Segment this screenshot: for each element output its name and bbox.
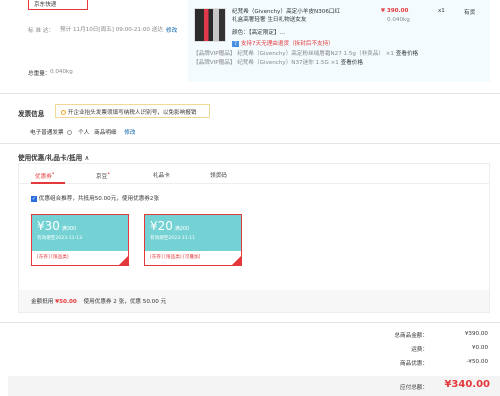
coupon-expiry: 有效期至2023-11-11 (150, 236, 196, 241)
recommend-row: ✓ 优惠组合推荐，共抵用50.00元，使用优惠券2张 (31, 194, 159, 202)
gift-row: 【品牌VIP赠品】 纪梵希（Givenchy）N37迷你 1.5G ×1 查看价… (193, 58, 363, 66)
tab-jingdou-dot: • (107, 171, 111, 177)
product-price: ¥ 390.00 (381, 8, 409, 14)
delivery-modify-link[interactable]: 修改 (166, 26, 177, 34)
tab-coupons[interactable]: 优惠券• (35, 171, 55, 180)
coupon-amount: ¥20 (150, 219, 173, 233)
summary-prefix: 金额抵用 (31, 299, 54, 305)
chevron-up-icon: ∧ (84, 154, 90, 162)
gift-price-link[interactable]: 查看价格 (396, 51, 418, 57)
invoice-detail: 商品明细 (94, 130, 117, 136)
bulb-icon (61, 110, 66, 115)
product-qty: x1 (438, 8, 445, 14)
divider (0, 143, 500, 144)
tab-redeem-code[interactable]: 领货码 (210, 171, 227, 179)
info-icon (67, 130, 73, 135)
summary-suffix: 使用优惠券 2 张，优惠 50.00 元 (83, 299, 167, 305)
goods-total-label: 总商品金额： (394, 333, 428, 339)
product-panel: 纪梵希（Givenchy）高定小羊皮N306口红礼盒高奢轻奢 生日礼物送女友 ¥… (188, 0, 490, 82)
selected-check-icon (232, 256, 241, 265)
tab-coupons-underline (31, 182, 65, 184)
divider (0, 93, 500, 94)
coupon-panel: 优惠券• 京豆• 礼品卡 领货码 ✓ 优惠组合推荐，共抵用50.00元，使用优惠… (18, 163, 490, 313)
shipping-block: 京东快递 标 准 达： 预计 11月10日[周五] 09:00-21:00 送达… (18, 0, 183, 82)
tab-coupons-label: 优惠券 (35, 173, 52, 180)
courier-label: 京东快递 (34, 2, 57, 8)
summary-amount: ¥50.00 (55, 299, 77, 305)
gift-price-link[interactable]: 查看价格 (341, 60, 363, 66)
freight-label: 运费： (411, 347, 428, 353)
total-weight: 0.040kg (50, 69, 73, 75)
color-label: 颜色： (232, 30, 249, 36)
gift-name[interactable]: 纪梵希（Givenchy）高定粉丝绒唇霜N27 1.5g（非卖品） (237, 51, 384, 57)
gift-name[interactable]: 纪梵希（Givenchy）N37迷你 1.5G ×1 (237, 60, 339, 66)
payable-total: ¥340.00 (444, 379, 490, 390)
tab-giftcard[interactable]: 礼品卡 (153, 171, 170, 179)
coupon-expiry: 有效期至2023-11-13 (37, 236, 83, 241)
discount-label: 商品优惠： (400, 361, 428, 367)
coupon-card[interactable]: ¥20 满200 有效期至2023-11-11 [东券] [限品类] [可叠加] (144, 214, 242, 266)
coupons-title: 使用优惠/礼品卡/抵用 (18, 154, 83, 162)
payable-bar: 应付总额： ¥340.00 (8, 376, 500, 396)
invoice-title: 发票信息 (18, 110, 45, 118)
color-line: 颜色：【高定限定】... (232, 28, 285, 36)
tab-jingdou-label: 京豆 (96, 173, 108, 180)
freight: ¥0.00 (471, 345, 488, 351)
gift-qty: ×1 (385, 51, 394, 57)
tab-jingdou[interactable]: 京豆• (96, 171, 110, 180)
tab-giftcard-label: 礼品卡 (153, 173, 170, 179)
product-name[interactable]: 纪梵希（Givenchy）高定小羊皮N306口红礼盒高奢轻奢 生日礼物送女友 (232, 8, 344, 24)
invoice-tip-text: 开企业抬头发票须填写纳税人识别号，以免影响报销 (67, 110, 197, 116)
return-policy: 支持7天无理由退货（拆封后不支持） (240, 41, 334, 47)
gift-row: 【品牌VIP赠品】 纪梵希（Givenchy）高定粉丝绒唇霜N27 1.5g（非… (193, 49, 418, 57)
coupon-tabs: 优惠券• 京豆• 礼品卡 领货码 (19, 164, 489, 184)
invoice-modify-link[interactable]: 修改 (124, 130, 135, 136)
coupon-card[interactable]: ¥30 满300 有效期至2023-11-13 [东券] [限品类] (31, 214, 129, 266)
tab-coupons-dot: • (51, 171, 55, 177)
invoice-info: 电子普通发票 个人 商品明细 修改 (30, 128, 136, 136)
coupon-condition: 满300 (61, 226, 77, 232)
selected-check-icon (119, 256, 128, 265)
product-weight: 0.040kg (387, 17, 410, 23)
coupon-card-top: ¥30 满300 有效期至2023-11-13 (32, 215, 128, 251)
coupon-condition: 满200 (174, 226, 190, 232)
coupon-tags: [东券] [限品类] [可叠加] (150, 255, 201, 260)
product-image[interactable] (194, 8, 226, 42)
invoice-tip: 开企业抬头发票须填写纳税人识别号，以免影响报销 (55, 104, 210, 118)
recommend-text: 优惠组合推荐，共抵用50.00元，使用优惠券2张 (38, 196, 160, 202)
discount: -¥50.00 (466, 359, 488, 365)
color-value: 【高定限定】... (248, 30, 285, 36)
divider (0, 322, 500, 323)
invoice-type: 电子普通发票 (30, 130, 64, 136)
return-icon: 7 (232, 40, 239, 47)
recommend-checkbox[interactable]: ✓ (31, 195, 37, 202)
goods-total: ¥390.00 (464, 331, 488, 337)
gift-tag: 【品牌VIP赠品】 (193, 60, 236, 66)
product-stock: 有货 (464, 10, 476, 16)
coupon-tags: [东券] [限品类] (37, 255, 69, 260)
coupon-card-top: ¥20 满200 有效期至2023-11-11 (145, 215, 241, 251)
support-line: 7 支持7天无理由退货（拆封后不支持） (232, 39, 334, 47)
coupon-summary-bar: 金额抵用 ¥50.00 使用优惠券 2 张，优惠 50.00 元 (19, 290, 489, 312)
delivery-time: 预计 11月10日[周五] 09:00-21:00 送达 (60, 27, 163, 33)
tab-redeem-label: 领货码 (210, 173, 227, 179)
courier-option[interactable]: 京东快递 (28, 0, 88, 10)
weight-label: 总重量： (28, 71, 51, 77)
coupons-section-header[interactable]: 使用优惠/礼品卡/抵用 ∧ (18, 152, 89, 162)
gift-tag: 【品牌VIP赠品】 (193, 51, 236, 57)
invoice-person: 个人 (78, 130, 90, 136)
coupon-amount: ¥30 (37, 219, 60, 233)
payable-label: 应付总额： (400, 385, 428, 391)
